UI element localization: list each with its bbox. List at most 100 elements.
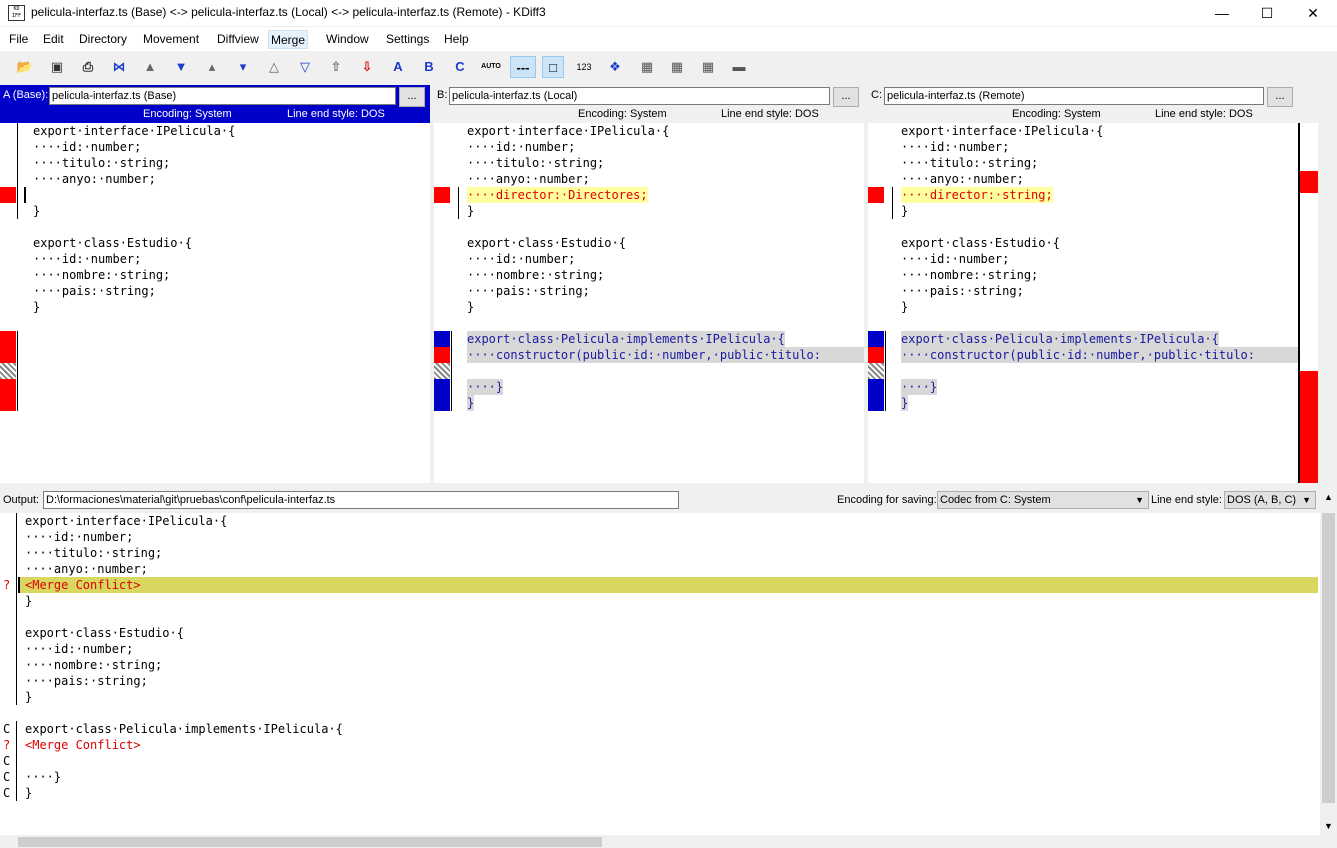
code-line: ····pais:·string; [33,284,156,298]
goto-first-delta-icon[interactable]: ▲ [139,56,161,78]
code-line-changed: export·class·Pelicula·implements·IPelicu… [901,331,1219,347]
diff-marker [0,379,16,411]
output-line: ····id:·number; [25,642,134,656]
save-icon[interactable]: ▣ [46,56,68,78]
merge-conflict-line[interactable]: <Merge Conflict> [25,577,141,593]
goto-prev-delta-icon[interactable]: ▴ [201,56,223,78]
pane-a-encoding: Encoding: System [143,108,232,120]
line-marker: C [3,754,11,768]
diff-marker [434,347,450,363]
output-line: ····titulo:·string; [25,546,163,560]
code-line: ····id:·number; [901,140,1010,154]
output-line: export·class·Pelicula·implements·IPelicu… [25,722,343,736]
pane-c-browse-button[interactable]: ... [1267,87,1293,107]
encoding-saving-label: Encoding for saving: [837,494,937,506]
line-marker: ? [3,738,11,752]
show-white-space-chars-icon[interactable]: □ [542,56,564,78]
window-c-icon[interactable]: ▦ [697,56,719,78]
output-path-input[interactable]: D:\formaciones\material\git\pruebas\conf… [43,491,679,509]
title-bar: KD IFF pelicula-interfaz.ts (Base) <-> pe… [0,0,1337,26]
text-cursor [24,187,26,203]
code-line: ····id:·number; [467,140,576,154]
menu-directory[interactable]: Directory [77,30,129,49]
menu-file[interactable]: File [7,30,30,49]
auto-advance-icon[interactable]: AUTO [480,56,502,78]
diff-marker [434,379,450,411]
code-line: export·class·Estudio·{ [901,236,1060,250]
goto-current-delta-icon[interactable]: ⋈ [108,56,130,78]
merge-conflict-line[interactable]: <Merge Conflict> [25,737,141,753]
goto-next-unsolved-icon[interactable]: ⇩ [356,56,378,78]
menu-diffview[interactable]: Diffview [215,30,261,49]
window-output-icon[interactable]: ▬ [728,56,750,78]
pane-b-line-end: Line end style: DOS [721,108,819,120]
output-line: } [25,690,33,704]
code-line-changed: } [467,395,475,411]
pane-a-browse-button[interactable]: ... [399,87,425,107]
code-line: ····nombre:·string; [33,268,171,282]
diff-marker [868,363,884,379]
goto-last-delta-icon[interactable]: ▼ [170,56,192,78]
close-button[interactable]: ✕ [1290,0,1336,26]
window-title: pelicula-interfaz.ts (Base) <-> pelicula… [31,5,546,19]
vertical-scrollbar[interactable]: ▲ ▼ [1320,489,1337,835]
menu-help[interactable]: Help [442,30,471,49]
scroll-thumb[interactable] [18,837,602,847]
goto-prev-conflict-icon[interactable]: △ [263,56,285,78]
diff-overview-bar[interactable] [1298,123,1318,483]
encoding-saving-select[interactable]: Codec from C: System ▼ [937,491,1149,509]
select-c-icon[interactable]: C [449,56,471,78]
output-line: } [25,786,33,800]
scroll-up-icon[interactable]: ▲ [1320,489,1337,506]
code-line: } [901,300,909,314]
menu-window[interactable]: Window [324,30,371,49]
minimize-button[interactable]: — [1199,0,1245,26]
window-a-icon[interactable]: ▦ [636,56,658,78]
show-whitespace-icon[interactable]: --- [510,56,536,78]
output-line: ····anyo:·number; [25,562,148,576]
pane-c-file-input[interactable]: pelicula-interfaz.ts (Remote) [884,87,1264,105]
menu-edit[interactable]: Edit [41,30,66,49]
window-b-icon[interactable]: ▦ [666,56,688,78]
pane-b-file-input[interactable]: pelicula-interfaz.ts (Local) [449,87,830,105]
code-line-changed: ····} [901,379,938,395]
code-line: ····pais:·string; [467,284,590,298]
menu-merge[interactable]: Merge [268,30,309,49]
diff-marker [868,187,884,203]
merge-output-pane[interactable]: export·interface·IPelicula·{ ····id:·num… [0,513,1320,835]
code-line: export·class·Estudio·{ [33,236,192,250]
menu-settings[interactable]: Settings [384,30,431,49]
horizontal-scrollbar[interactable] [0,835,1320,848]
line-end-select[interactable]: DOS (A, B, C) ▼ [1224,491,1316,509]
pane-a-file-input[interactable]: pelicula-interfaz.ts (Base) [49,87,396,105]
pane-b-browse-button[interactable]: ... [833,87,859,107]
pane-a-header: A (Base): pelicula-interfaz.ts (Base) ..… [0,85,430,123]
line-marker: C [3,786,11,800]
pane-c-encoding: Encoding: System [1012,108,1101,120]
maximize-button[interactable]: ☐ [1244,0,1290,26]
output-line: ····id:·number; [25,530,134,544]
menu-movement[interactable]: Movement [141,30,201,49]
show-line-numbers-icon[interactable]: 123 [573,56,595,78]
goto-next-conflict-icon[interactable]: ▽ [294,56,316,78]
line-end-label: Line end style: [1151,494,1222,506]
diff-marker [868,331,884,347]
choose-auto-icon[interactable]: ❖ [604,56,626,78]
code-line: ····anyo:·number; [33,172,156,186]
pane-a-text[interactable]: export·interface·IPelicula·{ ····id:·num… [0,123,430,483]
print-icon[interactable]: ⎙ [77,56,99,78]
scroll-down-icon[interactable]: ▼ [1320,818,1337,835]
select-b-icon[interactable]: B [418,56,440,78]
scroll-thumb[interactable] [1322,513,1335,803]
pane-b-header: B: pelicula-interfaz.ts (Local) ... Enco… [434,85,864,123]
pane-b-text[interactable]: export·interface·IPelicula·{ ····id:·num… [434,123,864,483]
output-bar: Output: D:\formaciones\material\git\prue… [0,489,1337,513]
open-icon[interactable]: 📂 [14,56,36,78]
goto-next-delta-icon[interactable]: ▾ [232,56,254,78]
select-a-icon[interactable]: A [387,56,409,78]
pane-c-text[interactable]: export·interface·IPelicula·{ ····id:·num… [868,123,1298,483]
code-line: export·interface·IPelicula·{ [33,124,236,138]
output-line: ····pais:·string; [25,674,148,688]
code-line: ····anyo:·number; [901,172,1024,186]
goto-prev-unsolved-icon[interactable]: ⇧ [325,56,347,78]
